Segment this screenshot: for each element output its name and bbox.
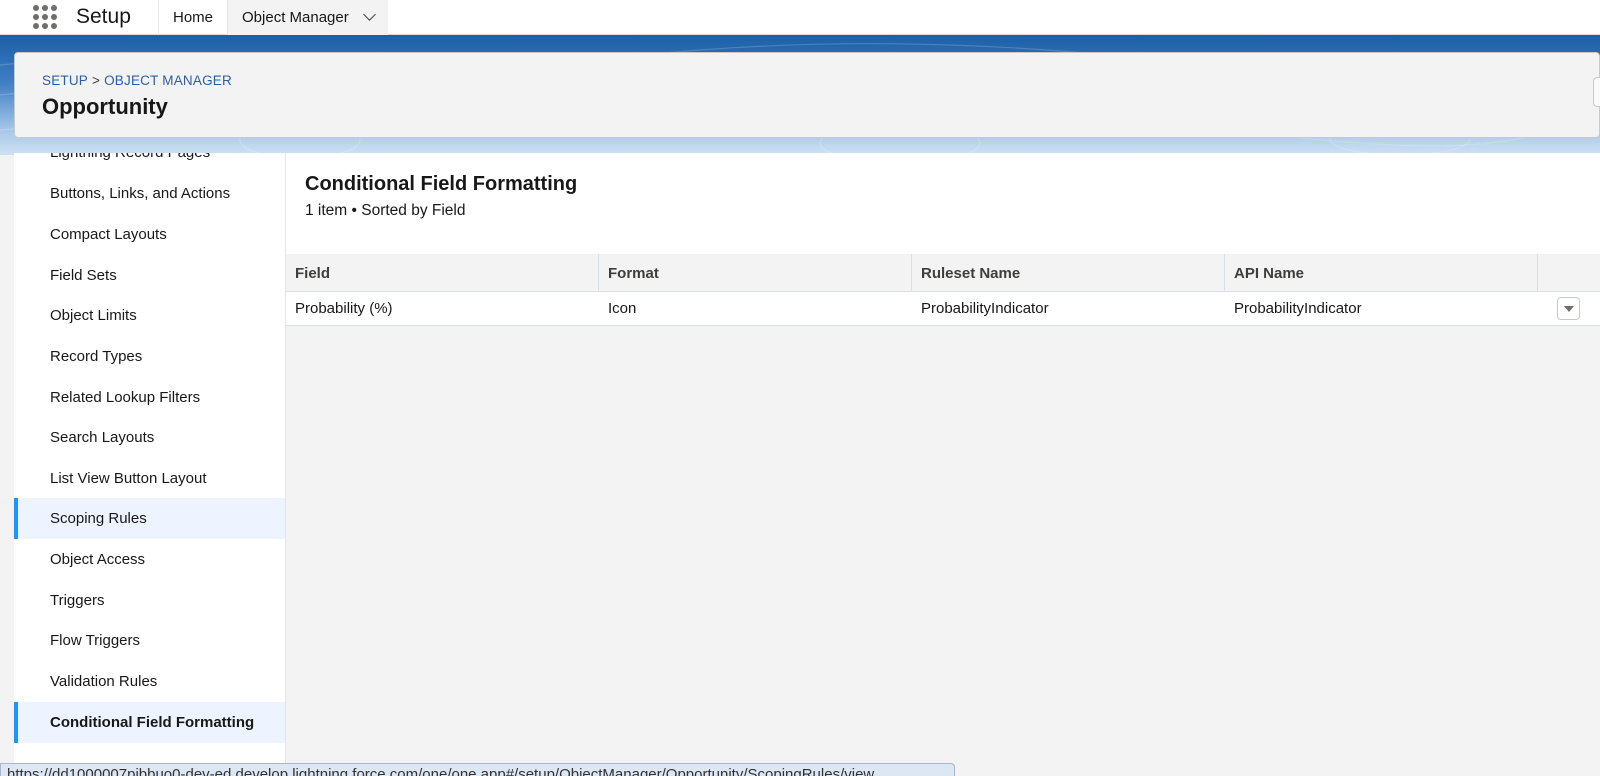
sidebar-item-label: Triggers (50, 592, 105, 609)
list-header: Conditional Field Formatting 1 item • So… (286, 153, 1600, 254)
sidebar-item-conditional-field-formatting[interactable]: Conditional Field Formatting (14, 702, 285, 743)
tab-object-manager[interactable]: Object Manager (227, 0, 388, 35)
cell-field: Probability (%) (295, 300, 393, 317)
row-actions-button[interactable] (1557, 297, 1580, 320)
sidebar-item-label: Lightning Record Pages (50, 153, 210, 161)
sidebar-item-label: Record Types (50, 348, 143, 365)
sidebar-item-field-sets[interactable]: Field Sets (14, 255, 285, 296)
sidebar-item-related-lookup-filters[interactable]: Related Lookup Filters (14, 377, 285, 418)
sidebar-item-label: Field Sets (50, 267, 117, 284)
app-launcher-icon[interactable] (32, 4, 58, 30)
sidebar-item-record-types[interactable]: Record Types (14, 336, 285, 377)
sidebar-item-label: Validation Rules (50, 673, 158, 690)
sidebar-item-label: Conditional Field Formatting (50, 714, 255, 731)
chevron-down-icon[interactable] (362, 8, 376, 21)
column-header-field[interactable]: Field (286, 254, 599, 292)
tab-home-label: Home (173, 8, 214, 26)
sidebar-item-object-access[interactable]: Object Access (14, 539, 285, 580)
breadcrumb-separator: > (92, 73, 101, 88)
panel-toggle-handle[interactable] (1593, 77, 1600, 107)
sidebar-item-label: Object Access (50, 551, 146, 568)
object-header: SETUP > OBJECT MANAGER Opportunity (14, 52, 1600, 138)
sidebar-item-label: Buttons, Links, and Actions (50, 185, 231, 202)
list-summary: 1 item • Sorted by Field (305, 202, 466, 219)
tab-home[interactable]: Home (158, 0, 227, 35)
column-header-api-name[interactable]: API Name (1225, 254, 1538, 292)
column-header-ruleset-name[interactable]: Ruleset Name (912, 254, 1225, 292)
breadcrumb: SETUP > OBJECT MANAGER (42, 73, 232, 88)
sidebar-item-object-limits[interactable]: Object Limits (14, 295, 285, 336)
sidebar-item-search-layouts[interactable]: Search Layouts (14, 417, 285, 458)
sidebar-item-triggers[interactable]: Triggers (14, 580, 285, 621)
sidebar-item-compact-layouts[interactable]: Compact Layouts (14, 214, 285, 255)
sidebar-item-buttons-links-actions[interactable]: Buttons, Links, and Actions (14, 173, 285, 214)
cell-format: Icon (608, 300, 637, 317)
sidebar-item-lightning-record-pages[interactable]: Lightning Record Pages (14, 153, 285, 173)
list-title: Conditional Field Formatting (305, 173, 578, 195)
tab-object-manager-label: Object Manager (242, 8, 349, 26)
sidebar-item-validation-rules[interactable]: Validation Rules (14, 661, 285, 702)
sidebar-item-scoping-rules[interactable]: Scoping Rules (14, 498, 285, 539)
status-url: https://dd1000007pibbuo0-dev-ed.develop.… (7, 766, 875, 776)
main-panel: Conditional Field Formatting 1 item • So… (286, 153, 1600, 776)
sidebar-item-label: List View Button Layout (50, 470, 207, 487)
column-header-actions (1538, 254, 1598, 292)
cell-ruleset-name: ProbabilityIndicator (921, 300, 1049, 317)
global-nav: Setup Home Object Manager (0, 0, 1600, 35)
sidebar-item-label: Object Limits (50, 307, 137, 324)
cell-api-name: ProbabilityIndicator (1234, 300, 1362, 317)
page-title: Opportunity (42, 94, 168, 119)
sidebar-item-label: Flow Triggers (50, 632, 141, 649)
rules-table: Field Format Ruleset Name API Name Proba… (286, 254, 1600, 326)
column-header-format[interactable]: Format (599, 254, 912, 292)
sidebar-item-label: Scoping Rules (50, 510, 147, 527)
table-row: Probability (%) Icon ProbabilityIndicato… (286, 292, 1600, 326)
cell-actions (1538, 292, 1598, 325)
browser-status-bar: https://dd1000007pibbuo0-dev-ed.develop.… (0, 763, 955, 776)
breadcrumb-object-manager[interactable]: OBJECT MANAGER (104, 73, 232, 88)
object-sidebar: Lightning Record Pages Buttons, Links, a… (14, 153, 286, 776)
sidebar-item-label: Search Layouts (50, 429, 155, 446)
app-name: Setup (76, 5, 131, 28)
sidebar-item-flow-triggers[interactable]: Flow Triggers (14, 620, 285, 661)
sidebar-item-list-view-button-layout[interactable]: List View Button Layout (14, 458, 285, 499)
breadcrumb-setup[interactable]: SETUP (42, 73, 88, 88)
caret-down-icon (1563, 305, 1574, 312)
sidebar-item-label: Related Lookup Filters (50, 389, 201, 406)
sidebar-item-label: Compact Layouts (50, 226, 167, 243)
table-header-row: Field Format Ruleset Name API Name (286, 254, 1600, 292)
